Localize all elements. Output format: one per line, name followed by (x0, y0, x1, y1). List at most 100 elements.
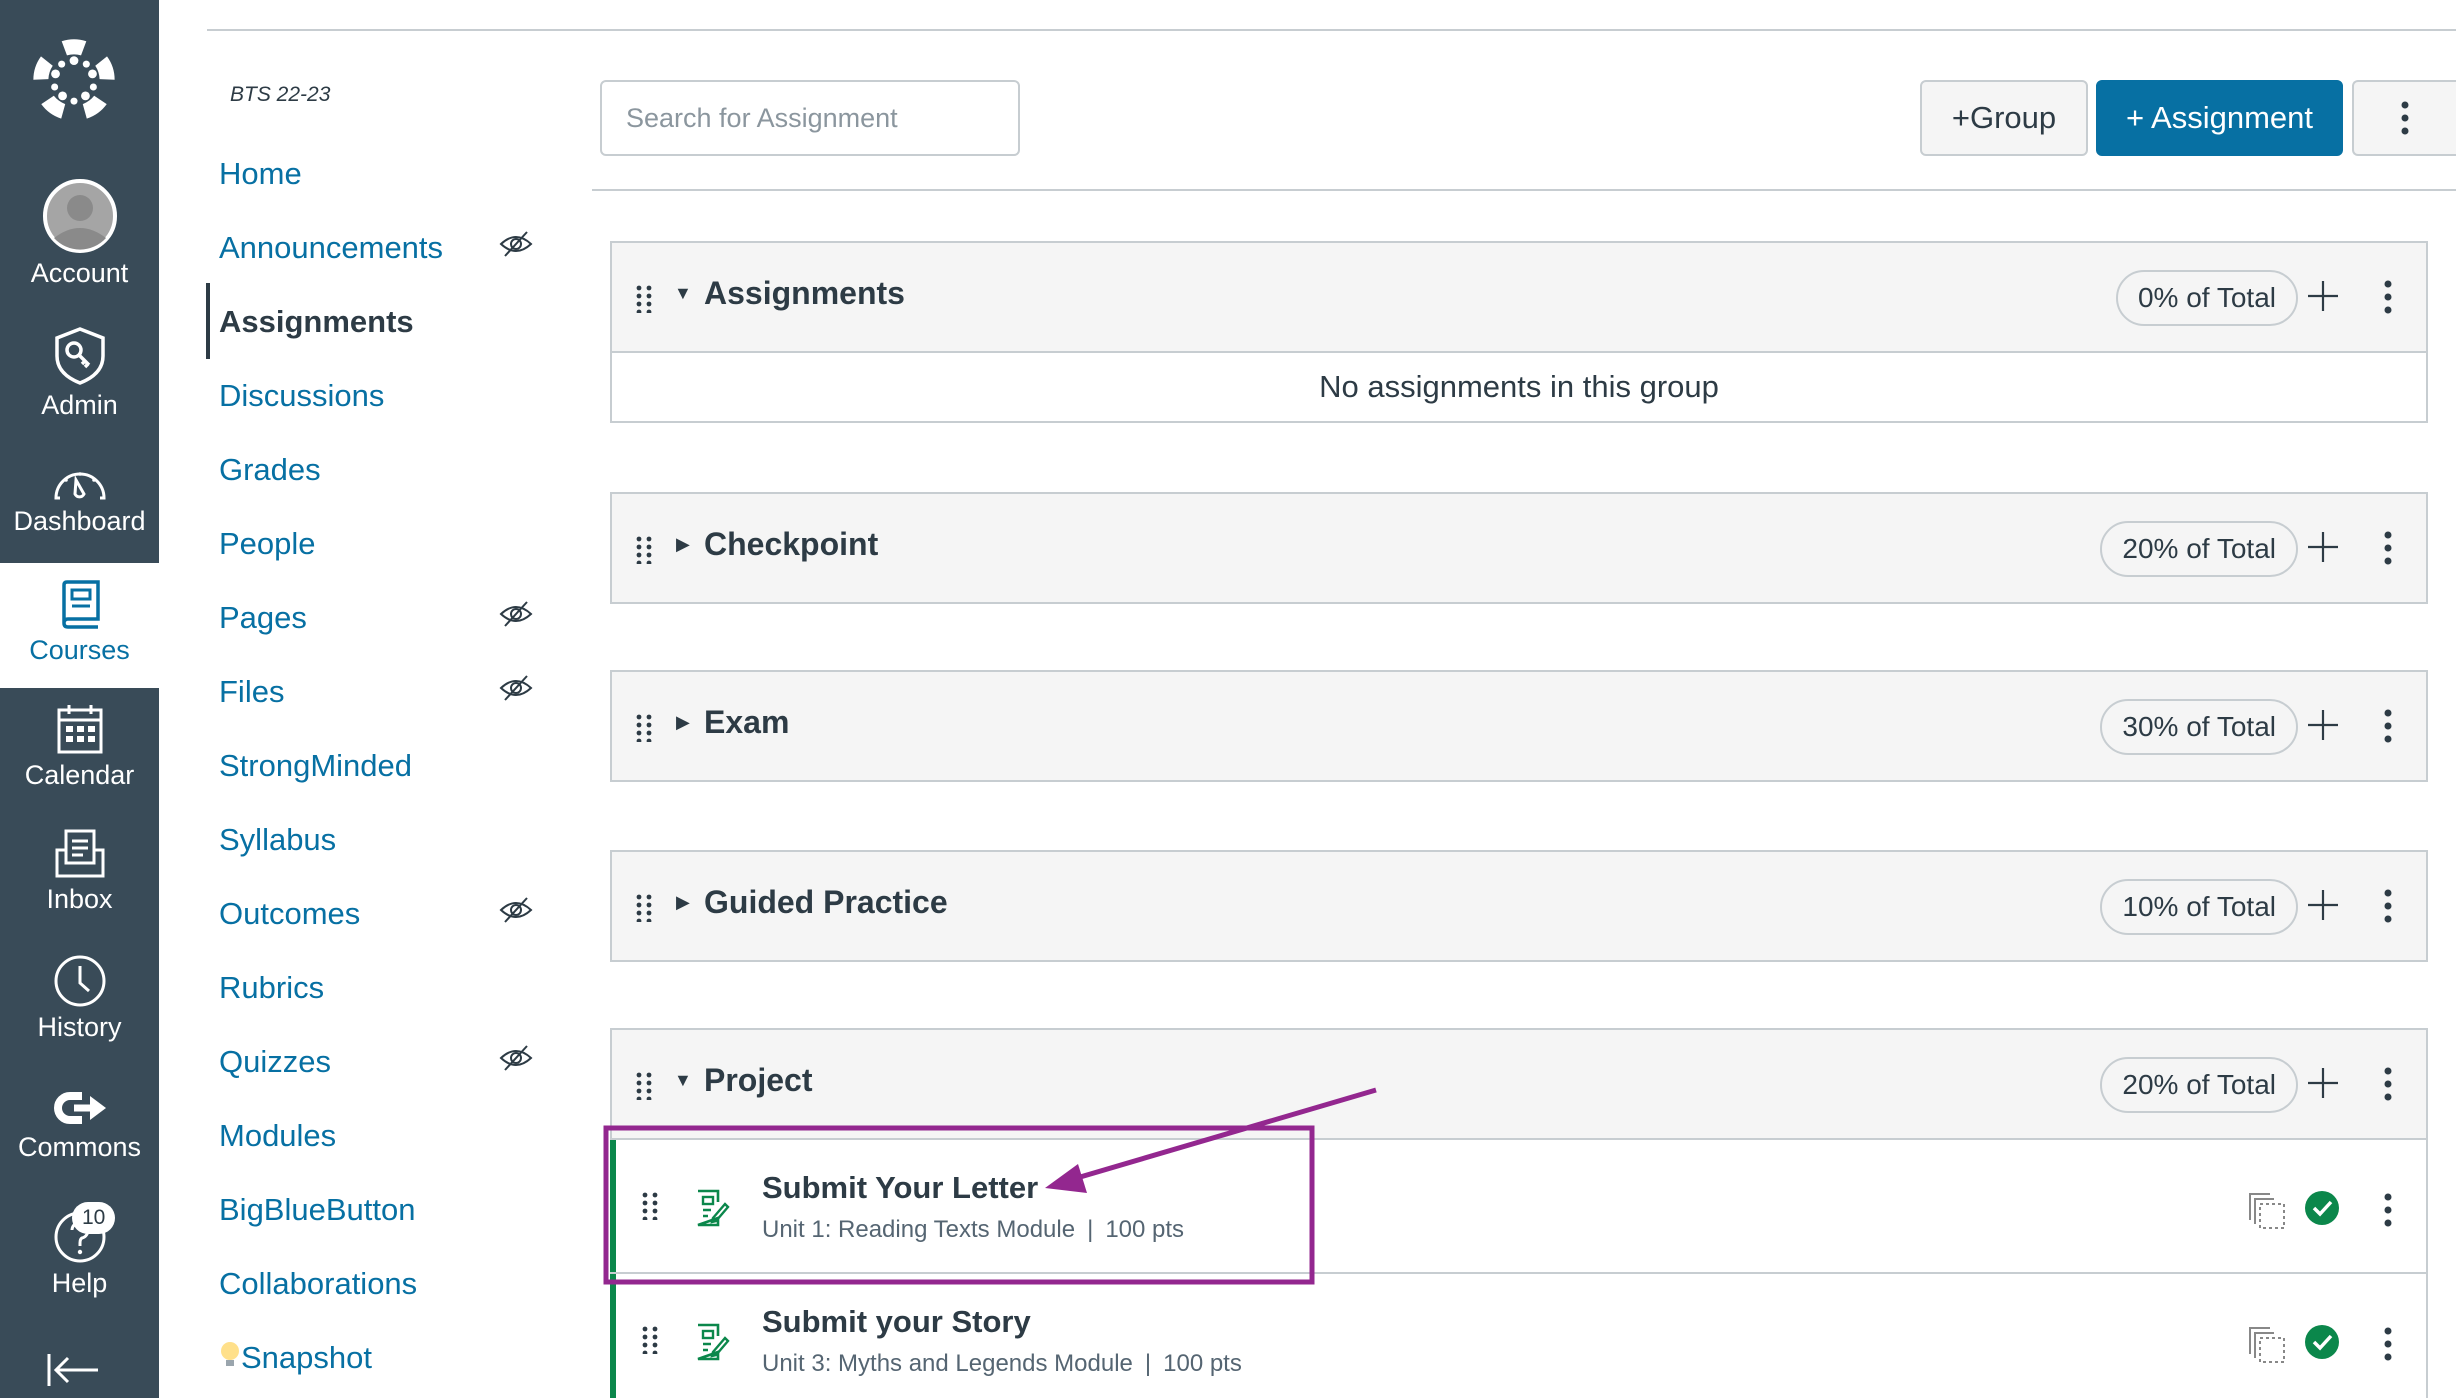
course-nav-people[interactable]: People (219, 518, 559, 570)
assignment-group: ▶ Checkpoint 20% of Total (610, 492, 2428, 604)
global-nav-commons[interactable]: Commons (0, 1088, 159, 1163)
add-assignment-to-group-icon[interactable] (2306, 882, 2340, 928)
course-nav-label: People (219, 526, 316, 561)
course-nav-grades[interactable]: Grades (219, 444, 559, 496)
global-nav-help[interactable]: 10 Help (0, 1202, 159, 1299)
more-options-button[interactable] (2352, 80, 2456, 156)
course-nav-snapshot[interactable]: Snapshot (219, 1332, 559, 1384)
published-check-icon[interactable] (2304, 1324, 2340, 1360)
caret-right-icon[interactable]: ▶ (676, 892, 690, 913)
group-weight-badge: 20% of Total (2100, 1057, 2298, 1113)
caret-right-icon[interactable]: ▶ (676, 534, 690, 555)
course-nav-bigbluebutton[interactable]: BigBlueButton (219, 1184, 559, 1236)
course-nav-label: Modules (219, 1118, 337, 1153)
global-nav-label: History (37, 1012, 122, 1042)
group-title[interactable]: Project (704, 1062, 812, 1099)
add-assignment-to-group-icon[interactable] (2306, 702, 2340, 748)
collapse-left-icon[interactable] (46, 1352, 102, 1388)
hidden-from-students-eye-icon (499, 600, 533, 628)
course-nav-label: Discussions (219, 378, 385, 413)
book-icon (61, 580, 100, 629)
user-avatar-icon (42, 179, 117, 253)
hidden-from-students-eye-icon (499, 674, 533, 702)
group-title[interactable]: Assignments (704, 275, 905, 312)
hidden-from-students-eye-icon (499, 230, 533, 258)
global-nav-calendar[interactable]: Calendar (0, 702, 159, 791)
assignment-title-link[interactable]: Submit Your Letter (762, 1170, 1038, 1206)
add-assignment-to-group-icon[interactable] (2306, 524, 2340, 570)
drag-handle-icon[interactable] (642, 1192, 658, 1222)
search-assignment-input[interactable] (600, 80, 1020, 156)
clock-icon (54, 955, 105, 1007)
group-header[interactable]: ▼ Assignments 0% of Total (612, 243, 2426, 351)
group-header[interactable]: ▼ Project 20% of Total (612, 1030, 2426, 1138)
group-options-kebab-icon[interactable] (2382, 1066, 2394, 1102)
group-options-kebab-icon[interactable] (2382, 708, 2394, 744)
course-nav-syllabus[interactable]: Syllabus (219, 814, 559, 866)
add-assignment-button[interactable]: + Assignment (2096, 80, 2343, 156)
course-nav-home[interactable]: Home (219, 148, 559, 200)
group-header[interactable]: ▶ Guided Practice 10% of Total (612, 852, 2426, 960)
drag-handle-icon[interactable] (636, 714, 652, 744)
hidden-from-students-eye-icon (499, 1044, 533, 1072)
duplicate-icon[interactable] (2248, 1192, 2286, 1230)
group-options-kebab-icon[interactable] (2382, 279, 2394, 315)
global-nav-account[interactable]: Account (0, 178, 159, 289)
assignment-row[interactable]: Submit Your Letter Unit 1: Reading Texts … (610, 1138, 2426, 1272)
course-nav-label: Pages (219, 600, 307, 635)
caret-down-icon[interactable]: ▼ (674, 1070, 692, 1091)
global-nav: Account Admin Dashboard Courses Calendar… (0, 0, 159, 1398)
group-options-kebab-icon[interactable] (2382, 530, 2394, 566)
caret-down-icon[interactable]: ▼ (674, 283, 692, 304)
assignment-icon (694, 1188, 730, 1228)
drag-handle-icon[interactable] (636, 536, 652, 566)
group-title[interactable]: Guided Practice (704, 884, 948, 921)
global-nav-history[interactable]: History (0, 954, 159, 1043)
course-nav-strongminded[interactable]: StrongMinded (219, 740, 559, 792)
drag-handle-icon[interactable] (636, 285, 652, 315)
course-nav-label: BigBlueButton (219, 1192, 416, 1227)
course-nav-assignments[interactable]: Assignments (219, 296, 559, 348)
group-header[interactable]: ▶ Exam 30% of Total (612, 672, 2426, 780)
course-nav-rubrics[interactable]: Rubrics (219, 962, 559, 1014)
caret-right-icon[interactable]: ▶ (676, 712, 690, 733)
group-title[interactable]: Exam (704, 704, 789, 741)
global-nav-admin[interactable]: Admin (0, 326, 159, 421)
assignment-module: Unit 3: Myths and Legends Module (762, 1350, 1133, 1377)
global-nav-inbox[interactable]: Inbox (0, 828, 159, 915)
assignment-group: ▶ Exam 30% of Total (610, 670, 2428, 782)
group-header[interactable]: ▶ Checkpoint 20% of Total (612, 494, 2426, 602)
assignment-options-kebab-icon[interactable] (2382, 1192, 2394, 1228)
assignment-points: 100 pts (1105, 1216, 1185, 1243)
group-options-kebab-icon[interactable] (2382, 888, 2394, 924)
assignment-title-link[interactable]: Submit your Story (762, 1304, 1031, 1340)
duplicate-icon[interactable] (2248, 1326, 2286, 1364)
group-title[interactable]: Checkpoint (704, 526, 878, 563)
course-nav-label: Grades (219, 452, 321, 487)
add-group-button[interactable]: +Group (1920, 80, 2088, 156)
drag-handle-icon[interactable] (636, 894, 652, 924)
global-nav-label: Admin (41, 390, 118, 420)
shield-key-icon (54, 327, 105, 385)
canvas-logo-icon[interactable] (30, 36, 118, 124)
calendar-icon (57, 705, 102, 754)
global-nav-label: Courses (29, 635, 130, 665)
add-assignment-to-group-icon[interactable] (2306, 273, 2340, 319)
published-check-icon[interactable] (2304, 1190, 2340, 1226)
group-weight-badge: 20% of Total (2100, 521, 2298, 577)
drag-handle-icon[interactable] (642, 1326, 658, 1356)
assignment-options-kebab-icon[interactable] (2382, 1326, 2394, 1362)
global-nav-dashboard[interactable]: Dashboard (0, 462, 159, 537)
course-nav-discussions[interactable]: Discussions (219, 370, 559, 422)
course-nav-label: Syllabus (219, 822, 337, 857)
global-nav-courses[interactable]: Courses (0, 563, 159, 688)
add-assignment-to-group-icon[interactable] (2306, 1060, 2340, 1106)
global-nav-label: Help (51, 1268, 108, 1298)
assignment-group: ▶ Guided Practice 10% of Total (610, 850, 2428, 962)
course-nav-modules[interactable]: Modules (219, 1110, 559, 1162)
empty-group-message: No assignments in this group (612, 351, 2426, 421)
drag-handle-icon[interactable] (636, 1072, 652, 1102)
assignment-row[interactable]: Submit your Story Unit 3: Myths and Legen… (610, 1272, 2426, 1398)
course-nav-label: Rubrics (219, 970, 325, 1005)
course-nav-collaborations[interactable]: Collaborations (219, 1258, 559, 1310)
